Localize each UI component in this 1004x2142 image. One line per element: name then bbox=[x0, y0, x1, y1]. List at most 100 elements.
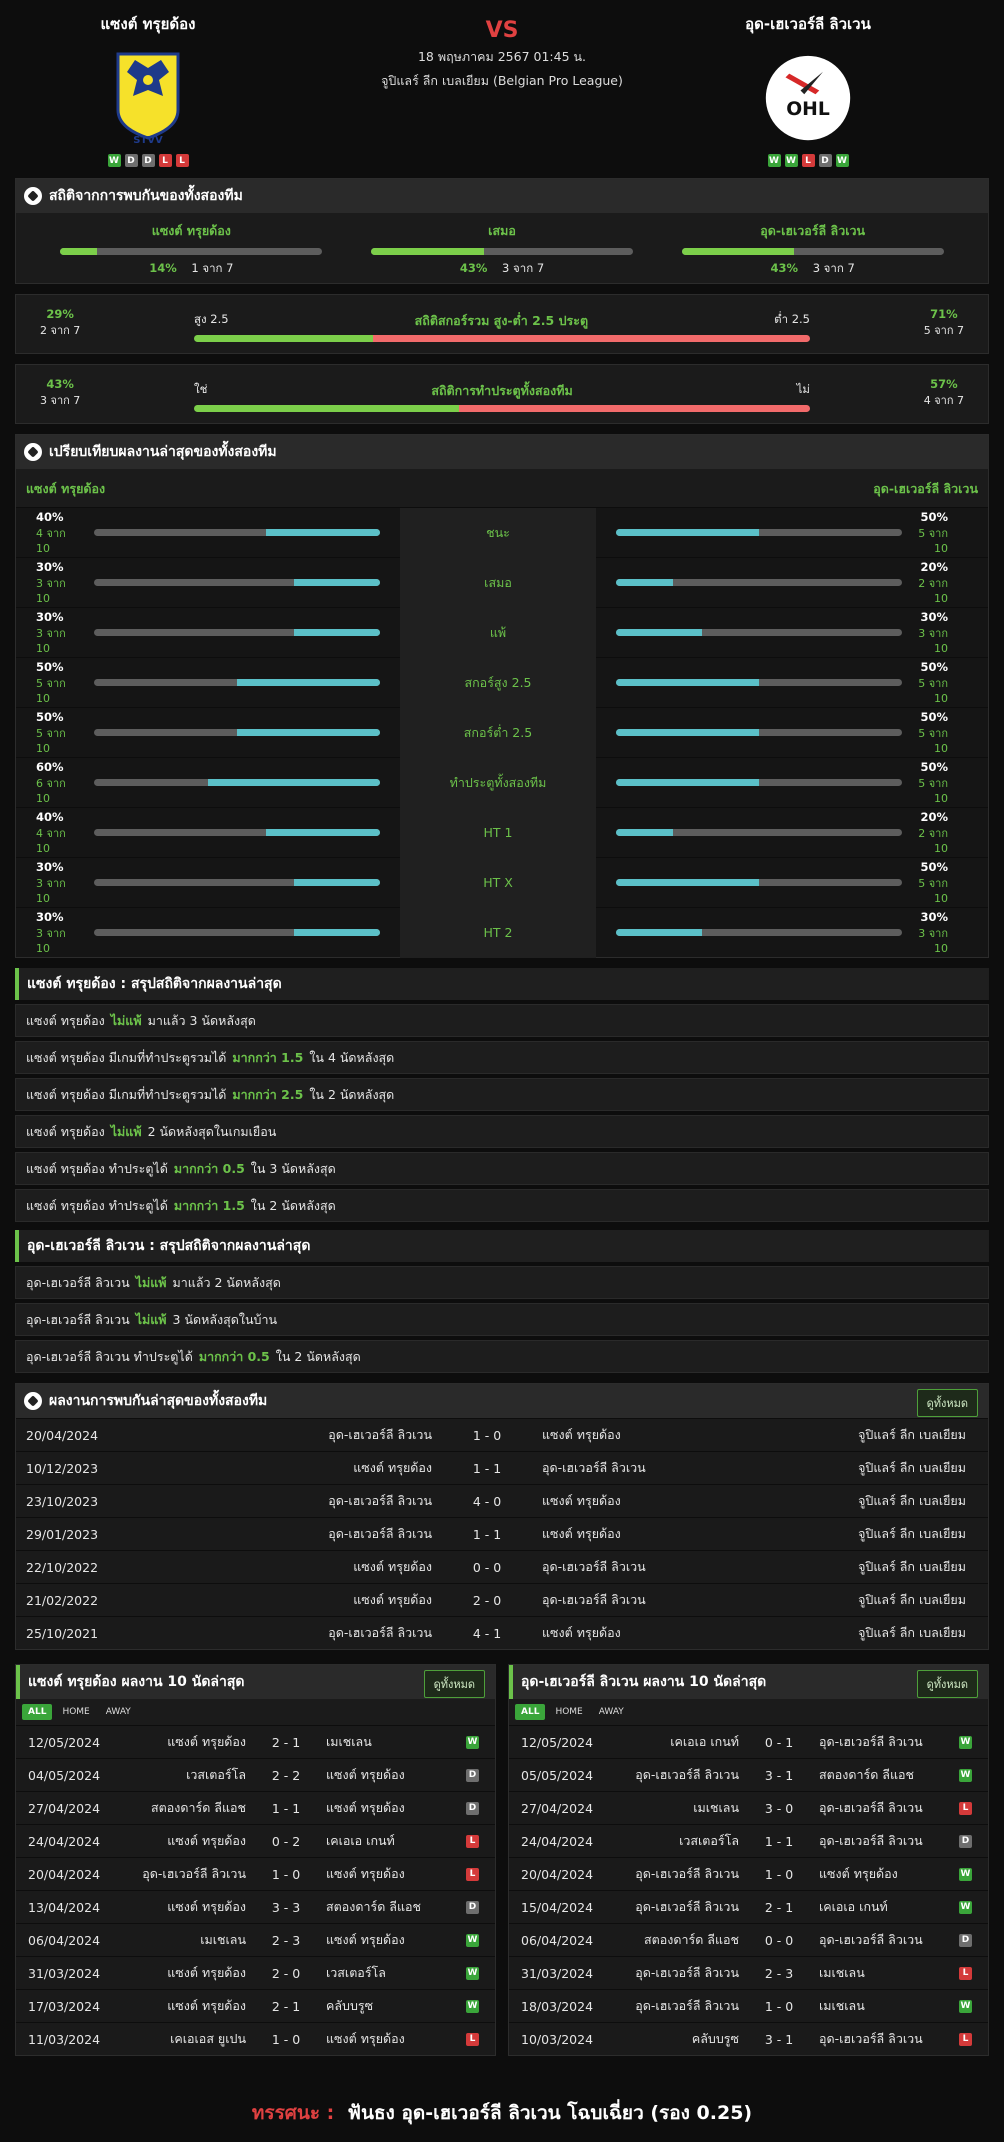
summary-tail: มาแล้ว 3 นัดหลังสุด bbox=[147, 1012, 256, 1028]
bar-fill bbox=[616, 529, 759, 536]
compare-right-stat: 50% 5 จาก 10 bbox=[902, 760, 974, 805]
compare-left-stat: 40% 4 จาก 10 bbox=[16, 810, 76, 855]
result-home: อุด-เฮเวอร์ลี ลิวเวน bbox=[328, 1427, 432, 1442]
match-score: 2 - 2 bbox=[271, 1767, 301, 1783]
compare-row: 30% 3 จาก 10 HT 2 30% 3 จาก 10 bbox=[16, 907, 988, 958]
view-all-button[interactable]: ดูทั้งหมด bbox=[423, 1670, 485, 1698]
btts-yes-count: 3 จาก 7 bbox=[40, 394, 81, 407]
last10-row[interactable]: 27/04/2024 เมเชเลน 3 - 0 อุด-เฮเวอร์ลี ลิวเ… bbox=[509, 1791, 988, 1824]
last10-row[interactable]: 06/04/2024 สตองดาร์ด ลีแอช 0 - 0 อุด-เฮเวอร… bbox=[509, 1923, 988, 1956]
match-date: 27/04/2024 bbox=[28, 1800, 101, 1816]
last10-row[interactable]: 17/03/2024 แซงต์ ทรุยด้อง 2 - 1 คลับบรูซ W bbox=[16, 1989, 495, 2022]
compare-left-stat: 50% 5 จาก 10 bbox=[16, 660, 76, 705]
last10-row[interactable]: 11/03/2024 เคเอเอส ยูเปน 1 - 0 แซงต์ ทรุยด้… bbox=[16, 2022, 495, 2055]
compare-left-pct: 40% bbox=[36, 510, 64, 524]
h2h-result-row[interactable]: 10/12/2023 แซงต์ ทรุยด้อง 1 - 1 อุด-เฮเวอร์… bbox=[16, 1451, 988, 1484]
last10-row[interactable]: 10/03/2024 คลับบรูซ 3 - 1 อุด-เฮเวอร์ลี ลิว… bbox=[509, 2022, 988, 2055]
tab-all[interactable]: ALL bbox=[22, 1704, 53, 1720]
h2h-stats-header: สถิติจากการพบกันของทั้งสองทีม bbox=[16, 179, 988, 213]
h2h-result-row[interactable]: 22/10/2022 แซงต์ ทรุยด้อง 0 - 0 อุด-เฮเวอร์… bbox=[16, 1550, 988, 1583]
match-home: เวสเตอร์โล bbox=[186, 1767, 246, 1782]
form-badge: D bbox=[818, 154, 832, 167]
h2h-item-title: แซงต์ ทรุยด้อง bbox=[151, 223, 231, 238]
last10-row[interactable]: 24/04/2024 เวสเตอร์โล 1 - 1 อุด-เฮเวอร์ลี ล… bbox=[509, 1824, 988, 1857]
bar-fill bbox=[294, 929, 380, 936]
h2h-result-row[interactable]: 23/10/2023 อุด-เฮเวอร์ลี ลิวเวน 4 - 0 แซงต์… bbox=[16, 1484, 988, 1517]
result-badge: D bbox=[959, 1933, 972, 1947]
home-team[interactable]: แซงต์ ทรุยด้อง STVV WDDLL bbox=[28, 12, 268, 167]
result-away: แซงต์ ทรุยด้อง bbox=[542, 1427, 621, 1442]
last10-row[interactable]: 24/04/2024 แซงต์ ทรุยด้อง 0 - 2 เคเอเอ เกนท… bbox=[16, 1824, 495, 1857]
away-team[interactable]: อุด-เฮเวอร์ลี ลิวเวน OHL WWLDW bbox=[688, 12, 928, 167]
last10-row[interactable]: 12/05/2024 แซงต์ ทรุยด้อง 2 - 1 เมเชเลน W bbox=[16, 1725, 495, 1758]
last10-row[interactable]: 04/05/2024 เวสเตอร์โล 2 - 2 แซงต์ ทรุยด้อง D bbox=[16, 1758, 495, 1791]
compare-right-stat: 50% 5 จาก 10 bbox=[902, 860, 974, 905]
last10-row[interactable]: 18/03/2024 อุด-เฮเวอร์ลี ลิวเวน 1 - 0 เมเชเ… bbox=[509, 1989, 988, 2022]
h2h-summary: แซงต์ ทรุยด้อง 14% 1 จาก 7 เสมอ 43% 3 จาก 7… bbox=[16, 213, 988, 283]
last10-row[interactable]: 27/04/2024 สตองดาร์ด ลีแอช 1 - 1 แซงต์ ทรุย… bbox=[16, 1791, 495, 1824]
result-badge: L bbox=[959, 2032, 972, 2046]
over-under-panel: 29% 2 จาก 7 สูง 2.5 สถิติสกอร์รวม สูง-ต่ำ … bbox=[15, 294, 989, 354]
compare-right-stat: 50% 5 จาก 10 bbox=[902, 710, 974, 755]
match-date: 24/04/2024 bbox=[28, 1833, 101, 1849]
match-info: VS 18 พฤษภาคม 2567 01:45 น. จูปิแลร์ ลีก… bbox=[330, 18, 674, 91]
view-all-button[interactable]: ดูทั้งหมด bbox=[916, 1389, 978, 1417]
h2h-result-row[interactable]: 29/01/2023 อุด-เฮเวอร์ลี ลิวเวน 1 - 1 แซงต์… bbox=[16, 1517, 988, 1550]
compare-left-bar bbox=[94, 779, 380, 786]
view-all-button[interactable]: ดูทั้งหมด bbox=[916, 1670, 978, 1698]
match-date: 06/04/2024 bbox=[521, 1932, 594, 1948]
result-away: แซงต์ ทรุยด้อง bbox=[542, 1625, 621, 1640]
result-away: แซงต์ ทรุยด้อง bbox=[542, 1493, 621, 1508]
over-left: 29% 2 จาก 7 bbox=[40, 307, 80, 339]
compare-label: HT 1 bbox=[400, 807, 596, 858]
summary-text: แซงต์ ทรุยด้อง ทำประตูได้ bbox=[26, 1197, 168, 1213]
result-score: 1 - 1 bbox=[472, 1526, 502, 1542]
compare-right-pct: 50% bbox=[920, 760, 948, 774]
btts-bar bbox=[194, 405, 810, 412]
result-date: 22/10/2022 bbox=[26, 1559, 99, 1575]
form-badge: L bbox=[175, 154, 189, 167]
last10-row[interactable]: 20/04/2024 อุด-เฮเวอร์ลี ลิวเวน 1 - 0 แซงต์… bbox=[16, 1857, 495, 1890]
match-away: สตองดาร์ด ลีแอช bbox=[326, 1899, 422, 1914]
result-badge: W bbox=[466, 1933, 479, 1947]
last10-row[interactable]: 12/05/2024 เคเอเอ เกนท์ 0 - 1 อุด-เฮเวอร์ลี… bbox=[509, 1725, 988, 1758]
form-badge: L bbox=[158, 154, 172, 167]
over-under-bar-wrap: สูง 2.5 สถิติสกอร์รวม สูง-ต่ำ 2.5 ประตู ต่… bbox=[194, 311, 810, 342]
summary-highlight: มากกว่า 1.5 bbox=[232, 1049, 304, 1065]
tab-home[interactable]: HOME bbox=[549, 1704, 588, 1720]
last10-row[interactable]: 20/04/2024 อุด-เฮเวอร์ลี ลิวเวน 1 - 0 แซงต์… bbox=[509, 1857, 988, 1890]
last10-row[interactable]: 05/05/2024 อุด-เฮเวอร์ลี ลิวเวน 3 - 1 สตองด… bbox=[509, 1758, 988, 1791]
tab-all[interactable]: ALL bbox=[515, 1704, 546, 1720]
section-title: ผลงานการพบกันล่าสุดของทั้งสองทีม bbox=[49, 1393, 268, 1409]
result-score: 1 - 0 bbox=[472, 1427, 502, 1443]
away-form: WWLDW bbox=[688, 154, 928, 167]
h2h-result-row[interactable]: 21/02/2022 แซงต์ ทรุยด้อง 2 - 0 อุด-เฮเวอร์… bbox=[16, 1583, 988, 1616]
h2h-result-row[interactable]: 25/10/2021 อุด-เฮเวอร์ลี ลิวเวน 4 - 1 แซงต์… bbox=[16, 1616, 988, 1649]
match-home: อุด-เฮเวอร์ลี ลิวเวน bbox=[142, 1866, 246, 1881]
match-date: 27/04/2024 bbox=[521, 1800, 594, 1816]
compare-label: สกอร์ต่ำ 2.5 bbox=[400, 707, 596, 758]
bar-fill bbox=[616, 879, 759, 886]
match-date: 06/04/2024 bbox=[28, 1932, 101, 1948]
summary-text: แซงต์ ทรุยด้อง bbox=[26, 1123, 105, 1139]
compare-label: สกอร์สูง 2.5 bbox=[400, 657, 596, 708]
match-home: เมเชเลน bbox=[693, 1800, 739, 1815]
h2h-result-row[interactable]: 20/04/2024 อุด-เฮเวอร์ลี ลิวเวน 1 - 0 แซงต์… bbox=[16, 1418, 988, 1451]
match-score: 0 - 2 bbox=[271, 1833, 301, 1849]
h2h-item-count: 3 จาก 7 bbox=[812, 261, 855, 275]
summary-tail: ใน 3 นัดหลังสุด bbox=[250, 1160, 336, 1176]
tab-home[interactable]: HOME bbox=[56, 1704, 95, 1720]
away-last10-tabs: ALL HOME AWAY bbox=[509, 1699, 988, 1725]
compare-left-bar bbox=[94, 829, 380, 836]
last10-row[interactable]: 06/04/2024 เมเชเลน 2 - 3 แซงต์ ทรุยด้อง W bbox=[16, 1923, 495, 1956]
match-away: เคเอเอ เกนท์ bbox=[819, 1899, 888, 1914]
last10-row[interactable]: 15/04/2024 อุด-เฮเวอร์ลี ลิวเวน 2 - 1 เคเอเ… bbox=[509, 1890, 988, 1923]
last10-row[interactable]: 31/03/2024 อุด-เฮเวอร์ลี ลิวเวน 2 - 3 เมเชเ… bbox=[509, 1956, 988, 1989]
last10-row[interactable]: 13/04/2024 แซงต์ ทรุยด้อง 3 - 3 สตองดาร์ด ล… bbox=[16, 1890, 495, 1923]
tab-away[interactable]: AWAY bbox=[100, 1704, 137, 1720]
match-away: อุด-เฮเวอร์ลี ลิวเวน bbox=[819, 1932, 923, 1947]
btts-panel: 43% 3 จาก 7 ใช่ สถิติการทำประตูทั้งสองทีม ไ… bbox=[15, 364, 989, 424]
compare-left-pct: 30% bbox=[36, 910, 64, 924]
tab-away[interactable]: AWAY bbox=[593, 1704, 630, 1720]
last10-row[interactable]: 31/03/2024 แซงต์ ทรุยด้อง 2 - 0 เวสเตอร์โล W bbox=[16, 1956, 495, 1989]
